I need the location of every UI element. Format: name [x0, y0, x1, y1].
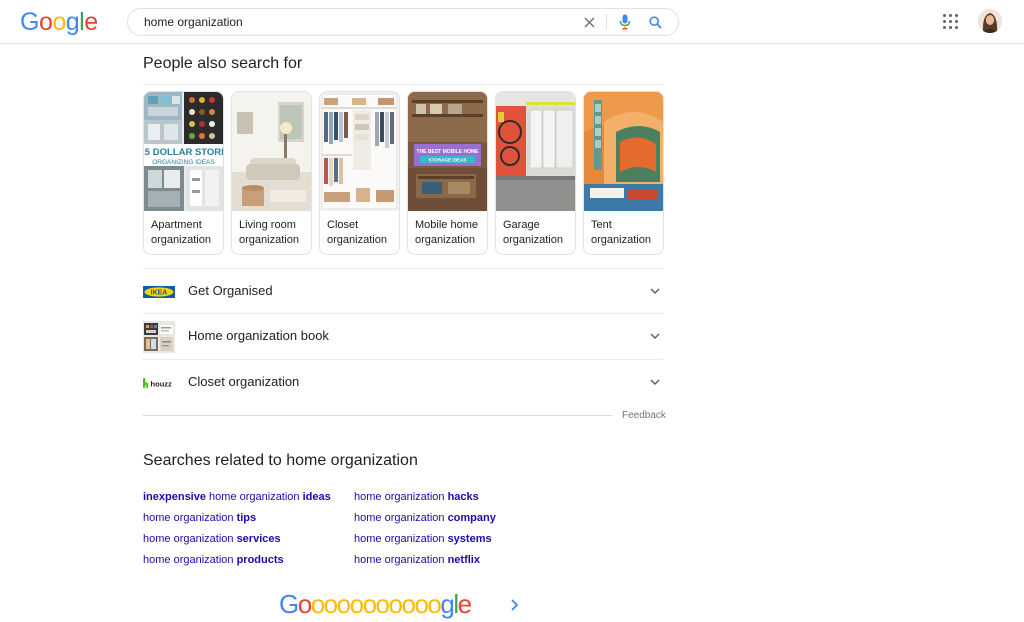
- pager-letter: o: [388, 589, 403, 619]
- card-label: Closet organization: [327, 219, 387, 246]
- card-living-room-organization[interactable]: Living room organization: [231, 91, 312, 255]
- search-input[interactable]: [144, 9, 564, 35]
- related-search-link[interactable]: inexpensive home organization ideas: [143, 491, 331, 503]
- logo-letter: o: [52, 8, 66, 36]
- card-apartment-organization[interactable]: 15 DOLLAR STORE ORGANIZING IDEAS Apartme…: [143, 91, 224, 255]
- card-garage-organization[interactable]: Garage organization: [495, 91, 576, 255]
- accordion-closet-organization[interactable]: houzz Closet organization: [143, 359, 663, 404]
- search-divider: [606, 14, 607, 30]
- mic-icon[interactable]: [616, 13, 634, 31]
- related-search-link[interactable]: home organization systems: [354, 533, 492, 545]
- card-mobile-home-organization[interactable]: THE BEST MOBILE HOME STORAGE IDEAS Mobil…: [407, 91, 488, 255]
- related-searches-title: Searches related to home organization: [143, 452, 418, 469]
- card-tent-organization[interactable]: Tent organization: [583, 91, 664, 255]
- logo-letter: g: [65, 8, 80, 36]
- close-icon[interactable]: [580, 13, 598, 31]
- pagination-logo: Gooooooooooogle: [279, 589, 472, 620]
- section-divider: [143, 415, 613, 416]
- accordion-label: Home organization book: [188, 328, 329, 343]
- pager-letter: e: [457, 589, 472, 619]
- svg-text:THE BEST MOBILE HOME: THE BEST MOBILE HOME: [417, 149, 480, 155]
- related-search-link[interactable]: home organization company: [354, 512, 496, 524]
- logo-letter: o: [38, 8, 53, 36]
- pager-letter: o: [310, 589, 325, 619]
- accordion-get-organised[interactable]: IKEA Get Organised: [143, 268, 663, 313]
- chevron-right-icon[interactable]: [509, 598, 521, 612]
- pager-letter: o: [414, 589, 428, 619]
- svg-text:ORGANIZING IDEAS: ORGANIZING IDEAS: [152, 159, 215, 166]
- svg-text:houzz: houzz: [151, 379, 173, 388]
- google-logo[interactable]: Google: [20, 8, 98, 37]
- pager-letter: G: [279, 589, 299, 619]
- pager-letter: o: [427, 589, 441, 619]
- pager-letter: o: [297, 589, 312, 619]
- tent-organization-image: [584, 92, 663, 211]
- apartment-organization-image: 15 DOLLAR STORE ORGANIZING IDEAS: [144, 92, 223, 211]
- living-room-organization-image: [232, 92, 311, 211]
- accordion-home-organization-book[interactable]: Home organization book: [143, 313, 663, 358]
- related-search-link[interactable]: home organization products: [143, 554, 284, 566]
- card-label: Mobile home organization: [415, 219, 478, 246]
- top-bar: Google: [0, 0, 1024, 44]
- card-closet-organization[interactable]: Closet organization: [319, 91, 400, 255]
- search-icon[interactable]: [646, 13, 664, 31]
- related-search-link[interactable]: home organization netflix: [354, 554, 480, 566]
- related-search-link[interactable]: home organization tips: [143, 512, 256, 524]
- people-also-search-title: People also search for: [143, 55, 303, 72]
- book-thumbnail: [143, 321, 175, 353]
- pager-letter: o: [375, 589, 390, 619]
- pager-letter: o: [323, 589, 338, 619]
- pager-letter: g: [440, 589, 454, 619]
- feedback-link[interactable]: Feedback: [622, 410, 666, 421]
- chevron-down-icon[interactable]: [649, 285, 661, 297]
- closet-organization-image: [320, 92, 399, 211]
- logo-letter: G: [20, 8, 39, 36]
- pager-letter: o: [349, 589, 364, 619]
- search-box: [127, 8, 679, 36]
- related-search-link[interactable]: home organization hacks: [354, 491, 479, 503]
- pager-letter: o: [336, 589, 351, 619]
- apps-grid-icon[interactable]: [942, 13, 960, 31]
- account-avatar[interactable]: [978, 9, 1002, 33]
- pager-letter: o: [362, 589, 377, 619]
- card-label: Living room organization: [239, 219, 299, 246]
- ikea-logo: IKEA: [143, 277, 175, 307]
- svg-text:STORAGE IDEAS: STORAGE IDEAS: [429, 158, 467, 163]
- logo-letter: e: [84, 8, 98, 36]
- related-search-link[interactable]: home organization services: [143, 533, 281, 545]
- accordion-label: Closet organization: [188, 374, 300, 389]
- mobile-home-organization-image: THE BEST MOBILE HOME STORAGE IDEAS: [408, 92, 487, 211]
- accordion-label: Get Organised: [188, 283, 273, 298]
- pager-letter: o: [401, 589, 415, 619]
- chevron-down-icon[interactable]: [649, 330, 661, 342]
- garage-organization-image: [496, 92, 575, 211]
- card-label: Apartment organization: [151, 219, 211, 246]
- svg-text:IKEA: IKEA: [151, 290, 168, 297]
- card-label: Tent organization: [591, 219, 651, 246]
- svg-text:15 DOLLAR STORE: 15 DOLLAR STORE: [144, 147, 223, 158]
- houzz-logo: houzz: [143, 368, 175, 398]
- chevron-down-icon[interactable]: [649, 376, 661, 388]
- card-label: Garage organization: [503, 219, 563, 246]
- section-divider: [143, 84, 663, 85]
